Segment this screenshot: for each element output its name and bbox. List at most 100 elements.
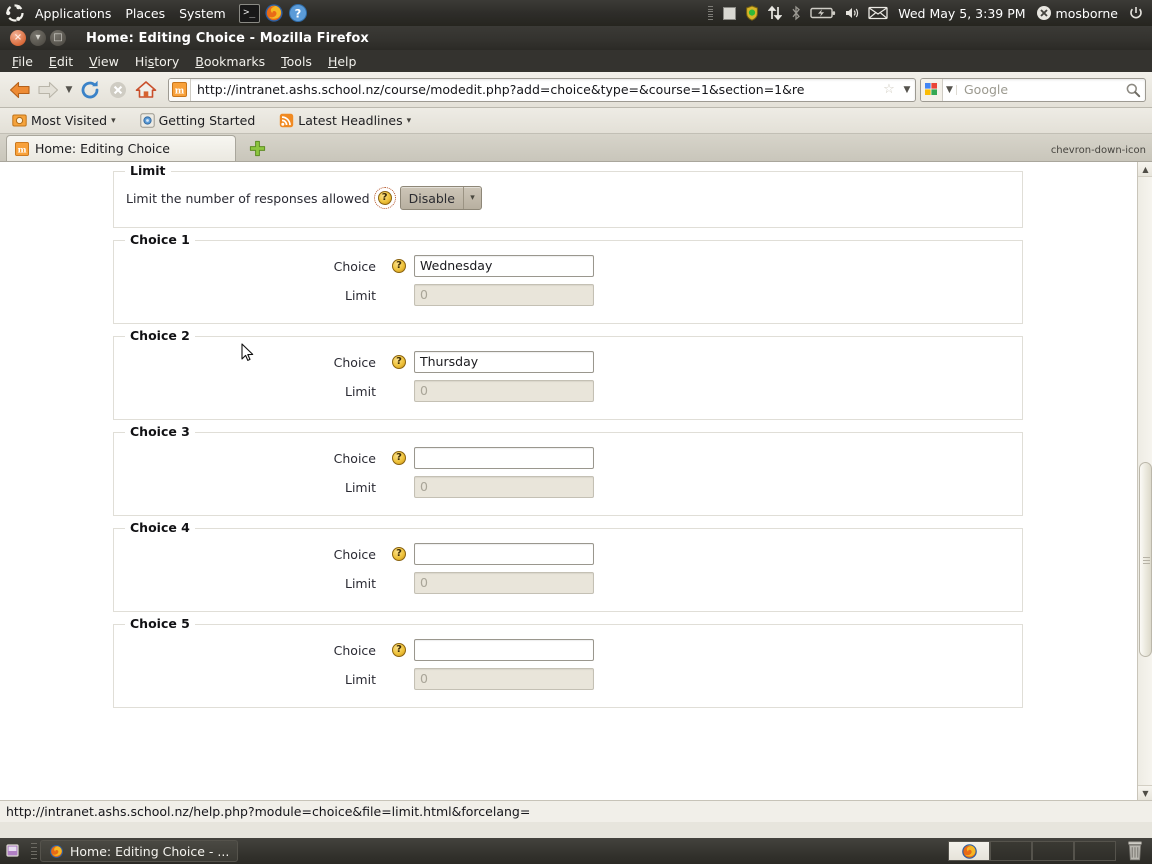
help-icon[interactable]: ? xyxy=(392,547,406,561)
workspace-switcher[interactable] xyxy=(948,840,1116,862)
volume-icon[interactable] xyxy=(840,1,864,25)
reload-icon[interactable] xyxy=(76,76,104,104)
choice-fieldset: Choice 3 Choice ? Limit 0 xyxy=(113,424,1023,516)
help-icon[interactable]: ? xyxy=(392,259,406,273)
choice-help-wrapper: ? xyxy=(384,355,414,369)
help-icon[interactable]: ? xyxy=(392,451,406,465)
choice-legend: Choice 2 xyxy=(125,328,195,343)
chevron-down-icon[interactable]: ▾ xyxy=(462,187,481,209)
google-icon[interactable] xyxy=(921,78,943,101)
window-maximize-button[interactable]: □ xyxy=(50,30,66,46)
bookmark-most-visited[interactable]: Most Visited ▾ xyxy=(6,111,122,130)
help-icon[interactable]: ? xyxy=(373,187,396,209)
battery-icon[interactable] xyxy=(806,1,840,25)
search-input[interactable]: Google xyxy=(957,82,1121,97)
menu-bookmarks[interactable]: Bookmarks xyxy=(187,52,273,71)
show-desktop-icon[interactable] xyxy=(2,840,28,862)
chevron-down-icon[interactable]: ▾ xyxy=(407,116,412,126)
url-text[interactable]: http://intranet.ashs.school.nz/course/mo… xyxy=(191,82,879,97)
choice-input[interactable]: Thursday xyxy=(414,351,594,373)
window-close-button[interactable]: × xyxy=(10,30,26,46)
choice-limit-input[interactable]: 0 xyxy=(414,284,594,306)
update-shield-icon[interactable] xyxy=(740,1,764,25)
chevron-down-icon[interactable]: ▼ xyxy=(62,85,76,95)
choice-limit-input[interactable]: 0 xyxy=(414,572,594,594)
mail-envelope-icon[interactable] xyxy=(864,1,892,25)
scroll-down-button[interactable]: ▼ xyxy=(1138,785,1152,800)
tab-home-editing-choice[interactable]: m Home: Editing Choice xyxy=(6,135,236,161)
bluetooth-icon[interactable] xyxy=(786,1,806,25)
terminal-launcher-icon[interactable]: >_ xyxy=(238,3,260,23)
search-bar[interactable]: ▼ Google xyxy=(920,77,1146,102)
home-icon[interactable] xyxy=(132,76,160,104)
navigation-toolbar: ▼ m http://intranet.ashs.school.nz/cours… xyxy=(0,72,1152,108)
ubuntu-logo-icon[interactable] xyxy=(4,2,26,24)
menu-tools[interactable]: Tools xyxy=(273,52,320,71)
help-icon[interactable]: ? xyxy=(392,643,406,657)
choice-limit-row: Limit 0 xyxy=(114,476,1022,498)
moodle-favicon: m xyxy=(169,78,191,101)
choice-limit-input[interactable]: 0 xyxy=(414,476,594,498)
limit-select[interactable]: Disable ▾ xyxy=(399,186,482,210)
firefox-launcher-icon[interactable] xyxy=(264,3,284,23)
bookmark-star-icon[interactable]: ☆ xyxy=(879,82,899,97)
menu-file[interactable]: File xyxy=(4,52,41,71)
menu-bar: File Edit View History Bookmarks Tools H… xyxy=(0,50,1152,72)
panel-menu-places[interactable]: Places xyxy=(118,4,172,23)
choice-help-wrapper: ? xyxy=(384,547,414,561)
taskbar-window-button[interactable]: Home: Editing Choice - ... xyxy=(40,840,239,862)
firefox-window: × ▾ □ Home: Editing Choice - Mozilla Fir… xyxy=(0,26,1152,838)
chevron-down-icon[interactable]: ▼ xyxy=(943,84,957,95)
choice-input[interactable]: Wednesday xyxy=(414,255,594,277)
list-all-tabs-button[interactable]: chevron-down-icon xyxy=(1051,145,1146,156)
choice-input[interactable] xyxy=(414,543,594,565)
menu-history[interactable]: History xyxy=(127,52,187,71)
workspace-4[interactable] xyxy=(1074,841,1116,861)
bookmark-label: Getting Started xyxy=(158,113,256,128)
back-arrow-icon[interactable] xyxy=(6,76,34,104)
limit-responses-row: Limit the number of responses allowed ? … xyxy=(114,186,1022,210)
choice-limit-input[interactable]: 0 xyxy=(414,380,594,402)
user-status-icon[interactable] xyxy=(1032,1,1056,25)
menu-help[interactable]: Help xyxy=(320,52,365,71)
url-bar[interactable]: m http://intranet.ashs.school.nz/course/… xyxy=(168,77,916,102)
window-indicator-icon[interactable] xyxy=(719,1,740,25)
moodle-favicon: m xyxy=(15,141,29,156)
scrollbar-thumb[interactable] xyxy=(1139,462,1152,657)
workspace-3[interactable] xyxy=(1032,841,1074,861)
chevron-down-icon[interactable]: ▾ xyxy=(111,116,116,126)
plus-icon xyxy=(249,140,265,156)
choice-limit-row: Limit 0 xyxy=(114,380,1022,402)
bookmark-latest-headlines[interactable]: Latest Headlines ▾ xyxy=(273,111,417,130)
network-up-down-icon[interactable] xyxy=(764,1,786,25)
vertical-scrollbar[interactable]: ▲ ▼ xyxy=(1137,162,1152,800)
panel-menu-system[interactable]: System xyxy=(172,4,233,23)
limit-help-wrapper: ? xyxy=(370,187,400,209)
workspace-1[interactable] xyxy=(948,841,990,861)
window-minimize-button[interactable]: ▾ xyxy=(30,30,46,46)
new-tab-button[interactable] xyxy=(244,135,270,161)
magnifier-icon[interactable] xyxy=(1121,82,1145,98)
choice-input[interactable] xyxy=(414,639,594,661)
chevron-down-icon[interactable]: ▼ xyxy=(899,85,915,95)
choice-limit-row: Limit 0 xyxy=(114,572,1022,594)
panel-username[interactable]: mosborne xyxy=(1056,6,1124,21)
help-icon[interactable]: ? xyxy=(392,355,406,369)
panel-clock[interactable]: Wed May 5, 3:39 PM xyxy=(892,6,1031,21)
choice-input[interactable] xyxy=(414,447,594,469)
choice-limit-input[interactable]: 0 xyxy=(414,668,594,690)
trash-icon[interactable] xyxy=(1122,840,1148,862)
panel-menu-applications[interactable]: Applications xyxy=(28,4,118,23)
choice-legend: Choice 4 xyxy=(125,520,195,535)
bookmark-getting-started[interactable]: Getting Started xyxy=(134,111,262,130)
menu-view[interactable]: View xyxy=(81,52,127,71)
choice-fieldset: Choice 1 Choice ? Wednesday Limit 0 xyxy=(113,232,1023,324)
workspace-2[interactable] xyxy=(990,841,1032,861)
choice-limit-label: Limit xyxy=(345,383,376,399)
choice-limit-row: Limit 0 xyxy=(114,284,1022,306)
bookmark-label: Most Visited xyxy=(31,113,108,128)
power-icon[interactable] xyxy=(1124,1,1148,25)
help-launcher-icon[interactable]: ? xyxy=(288,3,308,23)
menu-edit[interactable]: Edit xyxy=(41,52,81,71)
scroll-up-button[interactable]: ▲ xyxy=(1138,162,1152,177)
